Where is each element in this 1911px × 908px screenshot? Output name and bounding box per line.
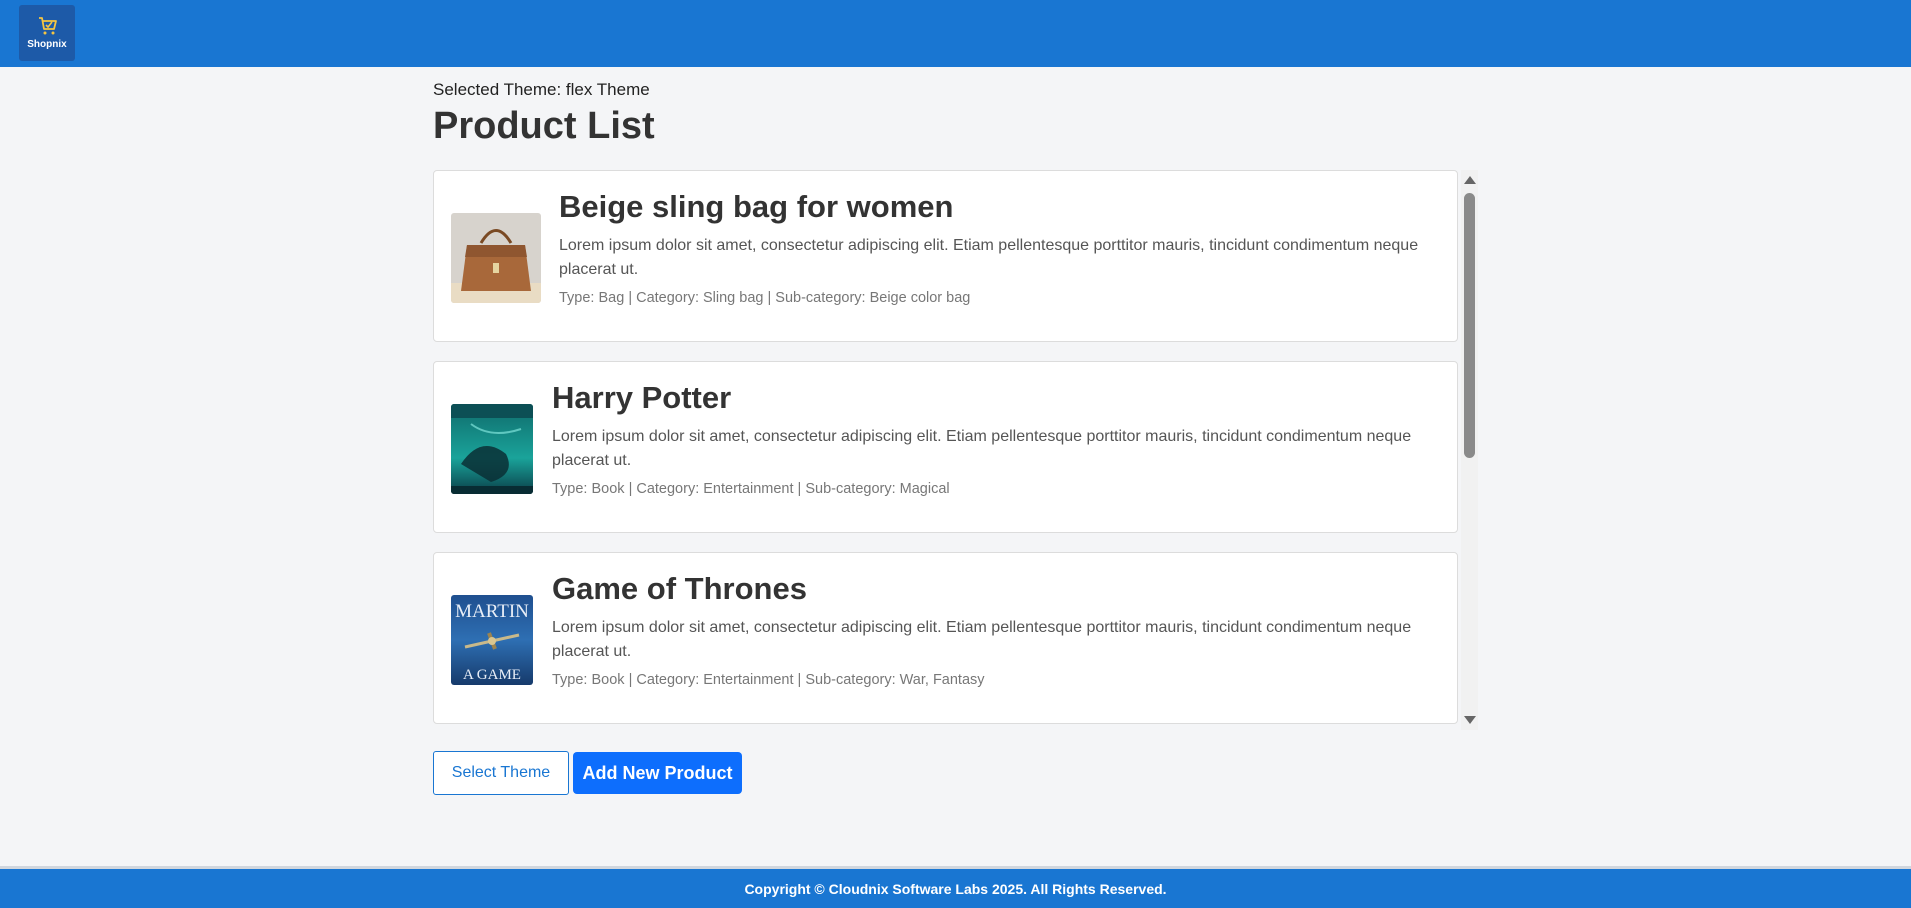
add-new-product-button[interactable]: Add New Product [573,752,742,794]
product-info: Beige sling bag for women Lorem ipsum do… [559,188,1439,308]
select-theme-button[interactable]: Select Theme [433,751,569,795]
page-title: Product List [433,105,655,147]
product-info: Game of Thrones Lorem ipsum dolor sit am… [552,570,1439,690]
selected-theme-label: Selected Theme: flex Theme [433,80,650,99]
brown-handbag-image [451,213,541,303]
game-of-thrones-book-cover-image: MARTIN A GAME [451,595,533,685]
cover-title-text: A GAME [463,667,521,683]
product-meta: Type: Bag | Category: Sling bag | Sub-ca… [559,290,971,306]
cover-author-text: MARTIN [455,601,529,622]
harry-potter-book-cover-image [451,404,533,494]
product-meta: Type: Book | Category: Entertainment | S… [552,672,985,688]
product-meta: Type: Book | Category: Entertainment | S… [552,481,950,497]
product-description: Lorem ipsum dolor sit amet, consectetur … [552,428,1412,469]
product-info: Harry Potter Lorem ipsum dolor sit amet,… [552,379,1439,499]
product-description: Lorem ipsum dolor sit amet, consectetur … [552,619,1412,660]
product-card[interactable]: Harry Potter Lorem ipsum dolor sit amet,… [433,361,1458,533]
footer: Copyright © Cloudnix Software Labs 2025.… [0,866,1911,908]
product-title[interactable]: Beige sling bag for women [559,188,1439,226]
copyright-text: Copyright © Cloudnix Software Labs 2025.… [744,880,1167,897]
shopnix-logo[interactable]: Shopnix [19,5,75,61]
scroll-up-arrow-icon[interactable] [1464,176,1476,184]
shopping-bag-icon [39,17,57,35]
scrollbar-thumb[interactable] [1464,193,1475,458]
logo-text: Shopnix [27,39,67,50]
product-title[interactable]: Harry Potter [552,379,1439,417]
scroll-down-arrow-icon[interactable] [1464,716,1476,724]
product-list[interactable]: Beige sling bag for women Lorem ipsum do… [433,170,1478,730]
product-card[interactable]: MARTIN A GAME Game of Thrones Lorem ipsu… [433,552,1458,724]
product-title[interactable]: Game of Thrones [552,570,1439,608]
product-card[interactable]: Beige sling bag for women Lorem ipsum do… [433,170,1458,342]
product-description: Lorem ipsum dolor sit amet, consectetur … [559,237,1419,278]
product-list-scrollbar[interactable] [1461,170,1478,730]
top-navbar: Shopnix [0,0,1911,67]
